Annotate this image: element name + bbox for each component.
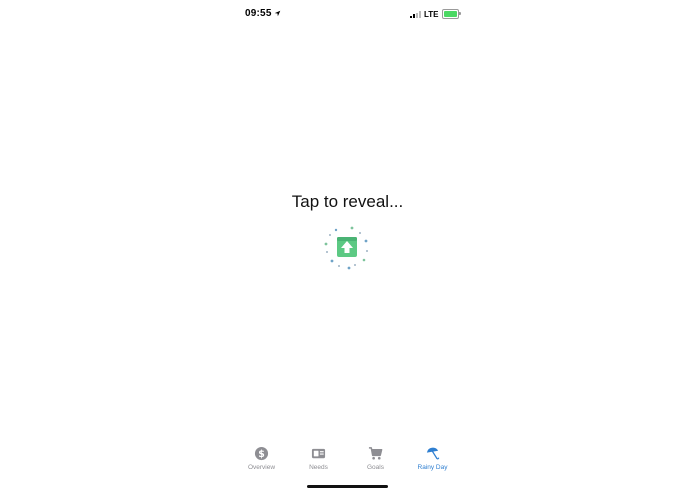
status-time: 09:55 bbox=[245, 8, 281, 19]
wallet-icon bbox=[311, 448, 326, 459]
tab-label: Rainy Day bbox=[417, 464, 448, 471]
cellular-signal-icon bbox=[410, 10, 421, 18]
tab-label: Needs bbox=[309, 464, 328, 471]
umbrella-icon bbox=[426, 447, 440, 460]
gift-box-icon[interactable] bbox=[322, 224, 372, 272]
tab-rainy-day[interactable]: Rainy Day bbox=[404, 446, 461, 476]
app-screen: 09:55 LTE Tap to reveal... $ Overview Ne… bbox=[0, 0, 695, 494]
home-indicator[interactable] bbox=[307, 485, 388, 488]
reveal-prompt: Tap to reveal... bbox=[291, 192, 404, 211]
status-time-text: 09:55 bbox=[245, 8, 272, 19]
battery-icon bbox=[441, 9, 461, 19]
battery-fill bbox=[443, 11, 457, 17]
cart-icon bbox=[368, 447, 383, 460]
network-type: LTE bbox=[424, 9, 439, 19]
tab-label: Overview bbox=[247, 464, 276, 471]
tab-needs[interactable]: Needs bbox=[290, 446, 347, 476]
tab-overview[interactable]: $ Overview bbox=[233, 446, 290, 476]
tab-goals[interactable]: Goals bbox=[347, 446, 404, 476]
dollar-coin-icon: $ bbox=[254, 446, 269, 461]
location-arrow-icon bbox=[274, 10, 280, 17]
svg-text:$: $ bbox=[258, 449, 265, 460]
status-indicators: LTE bbox=[410, 9, 461, 19]
tab-bar: $ Overview Needs Goals Rainy Day bbox=[233, 446, 461, 476]
tab-label: Goals bbox=[367, 464, 384, 471]
